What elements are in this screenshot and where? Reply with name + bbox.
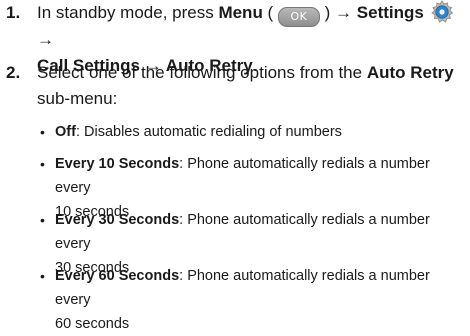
menu-label: Menu xyxy=(218,3,263,22)
step-2-line-2: sub-menu: xyxy=(37,86,465,112)
step-2-text-after: sub-menu: xyxy=(37,89,118,108)
arrow: → xyxy=(37,30,54,49)
option-term: Off xyxy=(55,124,76,140)
step-2-line-1: Select one of the following options from… xyxy=(37,60,465,86)
option-line-1: Every 30 Seconds: Phone automatically re… xyxy=(55,208,465,256)
ok-key-icon: OK xyxy=(277,7,320,27)
instruction-document: 1. In standby mode, press Menu ( OK ) → … xyxy=(0,0,470,332)
option-line-1: Every 60 Seconds: Phone automatically re… xyxy=(55,264,465,312)
step-2-body: Select one of the following options from… xyxy=(37,60,465,112)
option-desc-cont: 60 seconds xyxy=(55,316,130,332)
bullet-icon: • xyxy=(40,212,45,228)
option-term: Every 10 Seconds xyxy=(55,156,180,172)
option-term: Every 30 Seconds xyxy=(55,212,180,228)
step-number: 1. xyxy=(6,3,21,22)
bullet-icon: • xyxy=(40,124,45,140)
settings-label: Settings xyxy=(356,3,424,22)
paren-close: ) xyxy=(319,3,336,22)
step-number: 2. xyxy=(6,63,21,82)
auto-retry-label: Auto Retry xyxy=(366,63,454,82)
bullet-icon: • xyxy=(40,268,45,284)
step-1-line-1: In standby mode, press Menu ( OK ) → Set… xyxy=(37,0,465,53)
option-desc: : Disables automatic redialing of number… xyxy=(75,124,342,140)
paren-open: ( xyxy=(262,3,278,22)
option-text: Off: Disables automatic redialing of num… xyxy=(55,120,465,144)
option-term: Every 60 Seconds xyxy=(55,268,180,284)
settings-gear-icon xyxy=(429,0,455,24)
arrow: → xyxy=(335,3,357,22)
option-text: Every 60 Seconds: Phone automatically re… xyxy=(55,264,465,336)
step-2-text: Select one of the following options from… xyxy=(37,63,367,82)
step-1-text: In standby mode, press xyxy=(37,3,219,22)
bullet-icon: • xyxy=(40,156,45,172)
option-line-1: Every 10 Seconds: Phone automatically re… xyxy=(55,152,465,200)
